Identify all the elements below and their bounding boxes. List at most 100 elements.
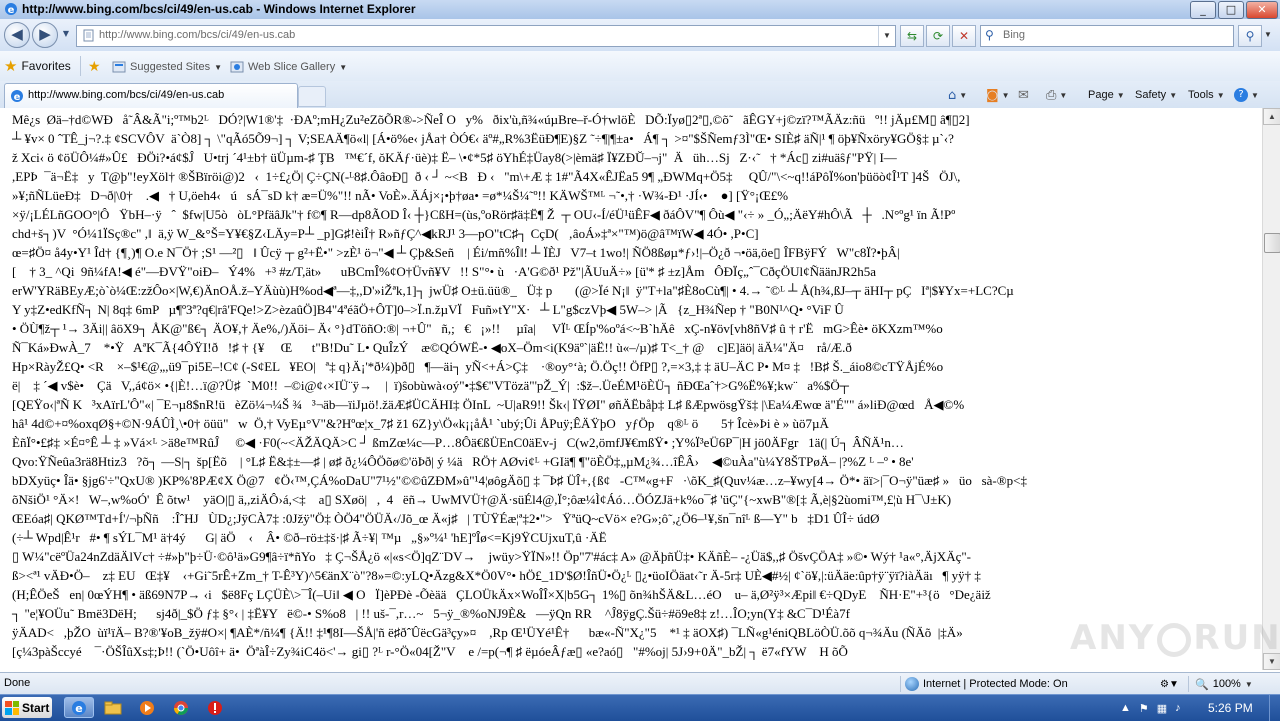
tools-menu[interactable]: Tools ▼ [1188,85,1225,105]
windows-logo-icon [5,700,19,715]
tray-expand-icon[interactable]: ▲ [1120,702,1131,714]
chrome-icon [174,700,188,715]
binary-text-line: ŒEóa♯| QKØ™Td+Í'/¬þÑñ :ÎˆHJ ÙD¿;JÿCÀ7‡ :… [12,511,880,526]
window-title: http://www.bing.com/bcs/ci/49/en-us.cab … [22,2,416,16]
binary-text-line: [ † 3_ ^Qi 9ñ¼fA!◀ é"—ÐVŸ"oiÐ– Ý4% +³ #z… [12,264,877,279]
taskbar-chrome[interactable] [166,697,196,718]
close-button[interactable]: ✕ [1246,1,1278,19]
protected-mode-tools[interactable]: ⚙▼ [1156,676,1179,692]
compatibility-view-button[interactable]: ⇆ [900,25,924,47]
home-caret-icon: ▼ [959,90,968,100]
taskbar-media-player[interactable] [132,697,162,718]
binary-text-line: ┐ "e¦¥OÜu˜ Bmë3DëH; sj4ð|_$Ö ƒ‡ §°‹ | ‡Ë… [12,606,850,621]
new-tab-button[interactable] [298,86,326,107]
favorites-bar: ★ Favorites ★ Suggested Sites ▼ Web Slic… [0,51,1280,82]
web-slice-gallery-label: Web Slice Gallery [248,61,336,73]
suggested-sites-item[interactable]: Suggested Sites ▼ [112,58,222,76]
feeds-button[interactable]: ◙ ▼ [986,85,1010,105]
print-button[interactable]: ⎙ ▼ [1046,85,1067,105]
search-button[interactable]: ⚲ [1238,25,1262,47]
recent-pages-dropdown[interactable]: ▼ [60,22,72,46]
address-bar[interactable]: http://www.bing.com/bcs/ci/49/en-us.cab … [76,25,896,47]
taskbar-clock[interactable]: 5:26 PM [1208,701,1253,715]
web-slice-gallery-icon [230,61,244,73]
tab-row: e http://www.bing.com/bcs/ci/49/en-us.ca… [0,81,1280,109]
binary-text-line: ×ÿ/¡LÉLñGOO°|Ô ŸbH–·ÿ ˆ $fw|U5ò òL°PfäâJ… [12,207,956,222]
binary-text-line: [QEŸo‹|ªÑ K ³xAïrL'Ô"«| ¯E¬µ8$nR!ü èZö¼¬… [12,397,965,412]
binary-text-line: ž Xci‹ ö ¢öÜÔ¼#»Û£ ÐÖi?•á¢$Ĵ U•trj ´4¹±b… [12,150,897,165]
binary-text-line: (÷┴ Wpd|Ê¹r #• ¶ sÝL¯M¹ ä†4ý G| äÖ ‹ Â• … [12,530,607,545]
binary-text-line: chd+š┐)V °Ó¼1ÏSç®c" ,‖ ä,ÿ W_&°Š=Y¥€§Z‹L… [12,226,759,241]
tools-menu-caret-icon: ▼ [1216,90,1225,100]
taskbar-internet-explorer[interactable]: e [64,697,94,718]
binary-text-line: erW'YRäBEyÆ;ò`ò¼Œ:zžÔo×|W,€)ÄnOÅ.ž–YÄùù)… [12,283,1014,298]
search-box[interactable]: ⚲ Bing [980,25,1234,47]
watermark-play-icon [1157,622,1192,657]
address-dropdown-button[interactable]: ▼ [878,26,895,46]
suggested-sites-label: Suggested Sites [130,61,211,73]
watermark-left-text: ANY [1070,618,1156,658]
start-button[interactable]: Start [2,697,52,718]
page-menu[interactable]: Page ▼ [1088,85,1125,105]
web-slice-gallery-item[interactable]: Web Slice Gallery ▼ [230,58,347,76]
page-icon [83,29,94,42]
taskbar-warning-app[interactable] [200,697,230,718]
red-shield-icon [208,700,222,715]
binary-text-line: ┴ ¥v× 0 ˆTÊ_j¬?.‡ ¢SCVÔV ä`Ò8] ┐ \"qÃó5Õ… [12,131,954,146]
home-icon: ⌂ [948,87,957,103]
zoom-level-control[interactable]: 🔍 100% ▼ [1188,676,1253,692]
scrollbar-thumb[interactable] [1264,233,1280,253]
start-label: Start [22,700,50,715]
binary-text-line: • ÖÙ¶ž┬ ¹→ 3Äi|| âöX9┐ ÅK@"ß€┐ ÄO¥,† Äe%… [12,321,943,336]
status-text: Done [4,677,31,689]
address-url[interactable]: http://www.bing.com/bcs/ci/49/en-us.cab [99,29,295,41]
svg-text:e: e [14,92,21,103]
tab-current-page[interactable]: e http://www.bing.com/bcs/ci/49/en-us.ca… [4,83,298,108]
safety-menu-label: Safety [1135,89,1167,101]
safety-menu[interactable]: Safety ▼ [1135,85,1177,105]
help-menu[interactable]: ? ▼ [1234,85,1259,105]
raw-binary-text: Mê¿s Øä–†d©WÐ å˜Â&Ã"i;º™b2ᴸ DÓ?|W1®'‡ ·Ð… [0,108,1262,661]
safety-menu-caret-icon: ▼ [1169,90,1178,100]
refresh-button[interactable]: ⟳ [926,25,950,47]
volume-icon[interactable]: ♪ [1175,702,1181,714]
maximize-button[interactable]: □ [1218,1,1244,19]
web-slice-gallery-caret-icon: ▼ [339,62,348,72]
page-menu-label: Page [1088,89,1114,101]
binary-text-line: ▯ W¼"cëºÜa24nZdäÄlVc† ÷#»þ"þ÷Ü·©ô¹ä»G9¶â… [12,549,971,564]
stop-button[interactable]: ✕ [952,25,976,47]
zoom-magnifier-icon: 🔍 [1195,678,1209,691]
print-caret-icon: ▼ [1059,90,1068,100]
page-content-area[interactable]: Mê¿s Øä–†d©WÐ å˜Â&Ã"i;º™b2ᴸ DÓ?|W1®'‡ ·Ð… [0,108,1262,670]
home-button[interactable]: ⌂ ▼ [948,85,967,105]
window-title-bar: e http://www.bing.com/bcs/ci/49/en-us.ca… [0,0,1280,20]
network-icon[interactable]: ▦ [1157,702,1167,715]
minimize-button[interactable]: _ [1190,1,1216,19]
binary-text-line: hâ¹ 4d©+¤%oxqØ§+©N·9ÁÛÌ¸\•0† öüü" w Ö,† … [12,416,829,431]
taskbar-file-explorer[interactable] [98,697,128,718]
security-zone-label: Internet | Protected Mode: On [923,678,1068,690]
binary-text-line: Y y‡Z•edKfÑ┐ N| 8q‡ 6mP µ¶º3ª?q€|râ'FQe!… [12,302,844,317]
binary-text-line: ß><ª¹ vÄÐ•Ö– z‡ EU Œ‡¥ ‹+Gi˜5rÊ+Zm_† T-Ê… [12,568,981,583]
security-zone[interactable]: Internet | Protected Mode: On [900,676,1068,692]
action-center-flag-icon[interactable]: ⚑ [1139,702,1149,715]
svg-text:e: e [8,5,15,16]
vertical-scrollbar[interactable]: ▲ ▼ [1262,108,1280,670]
search-options-dropdown[interactable]: ▼ [1262,25,1274,45]
favorites-button[interactable]: ★ Favorites [4,57,71,75]
binary-text-line: »¥;ñÑLüeÐ‡ D¬ð|\0† .◀ † U,öeh4‹ ú sÁ¯sD … [12,188,789,203]
search-input[interactable]: Bing [1003,29,1025,41]
add-to-favorites-bar-button[interactable]: ★ [88,58,101,76]
show-desktop-button[interactable] [1269,695,1280,721]
tools-menu-label: Tools [1188,89,1214,101]
binary-text-line: œ=♯Ö¤ å4y•Y¹ Îd† {¶¸)¶ O.e N¯Ö† ;S¹ —²▯ … [12,245,900,260]
binary-text-line: ,EPÞ ¯ä¬Ë‡ y T@þ"!eyXöl† ®ŠBïröi@)2 ‹ 1÷… [12,169,961,184]
back-button[interactable]: ◀ [4,22,30,48]
binary-text-line: [ç¼3pàŠccyé ¯·ÖŠÎûXs‡;Þ!! (`Ö•Uôî+ ä• Öª… [12,644,848,659]
bing-search-icon: ⚲ [985,28,994,42]
forward-button[interactable]: ▶ [32,22,58,48]
suggested-sites-icon [112,61,126,73]
read-mail-button[interactable]: ✉ [1018,85,1029,105]
scroll-up-arrow-icon[interactable]: ▲ [1263,108,1280,125]
zoom-caret-icon: ▼ [1244,679,1253,689]
